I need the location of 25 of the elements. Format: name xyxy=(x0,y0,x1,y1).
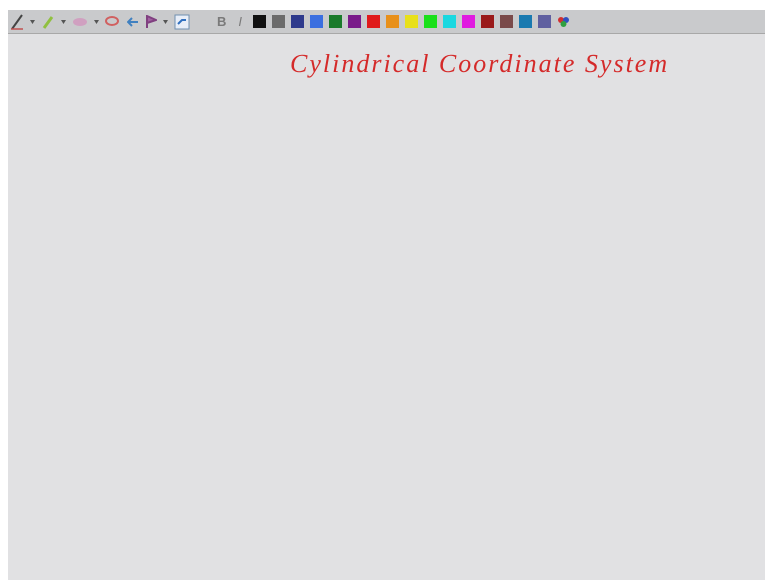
handwritten-heading: Cylindrical Coordinate System xyxy=(290,48,670,80)
dropdown-caret-icon[interactable] xyxy=(30,20,35,24)
color-swatch[interactable] xyxy=(538,15,552,28)
color-swatch[interactable] xyxy=(462,15,476,28)
color-swatch[interactable] xyxy=(291,15,304,28)
color-swatch[interactable] xyxy=(348,15,362,28)
pen-icon[interactable] xyxy=(10,14,24,30)
dropdown-caret-icon[interactable] xyxy=(94,20,99,24)
flag-icon[interactable] xyxy=(145,14,157,28)
color-swatch[interactable] xyxy=(519,15,532,28)
color-swatch[interactable] xyxy=(443,15,456,28)
color-swatch[interactable] xyxy=(329,15,342,28)
color-swatch[interactable] xyxy=(272,15,286,28)
dropdown-caret-icon[interactable] xyxy=(61,20,66,24)
color-swatch[interactable] xyxy=(405,15,418,28)
color-swatch[interactable] xyxy=(500,15,514,28)
color-swatch[interactable] xyxy=(386,15,400,28)
color-swatch[interactable] xyxy=(253,15,266,28)
arrow-icon[interactable] xyxy=(127,16,139,28)
color-swatch[interactable] xyxy=(310,15,324,28)
color-swatch[interactable] xyxy=(424,15,438,28)
color-swatch[interactable] xyxy=(367,15,380,28)
dropdown-caret-icon[interactable] xyxy=(163,20,168,24)
color-palette-icon[interactable] xyxy=(557,16,570,28)
color-swatch[interactable] xyxy=(481,15,494,28)
